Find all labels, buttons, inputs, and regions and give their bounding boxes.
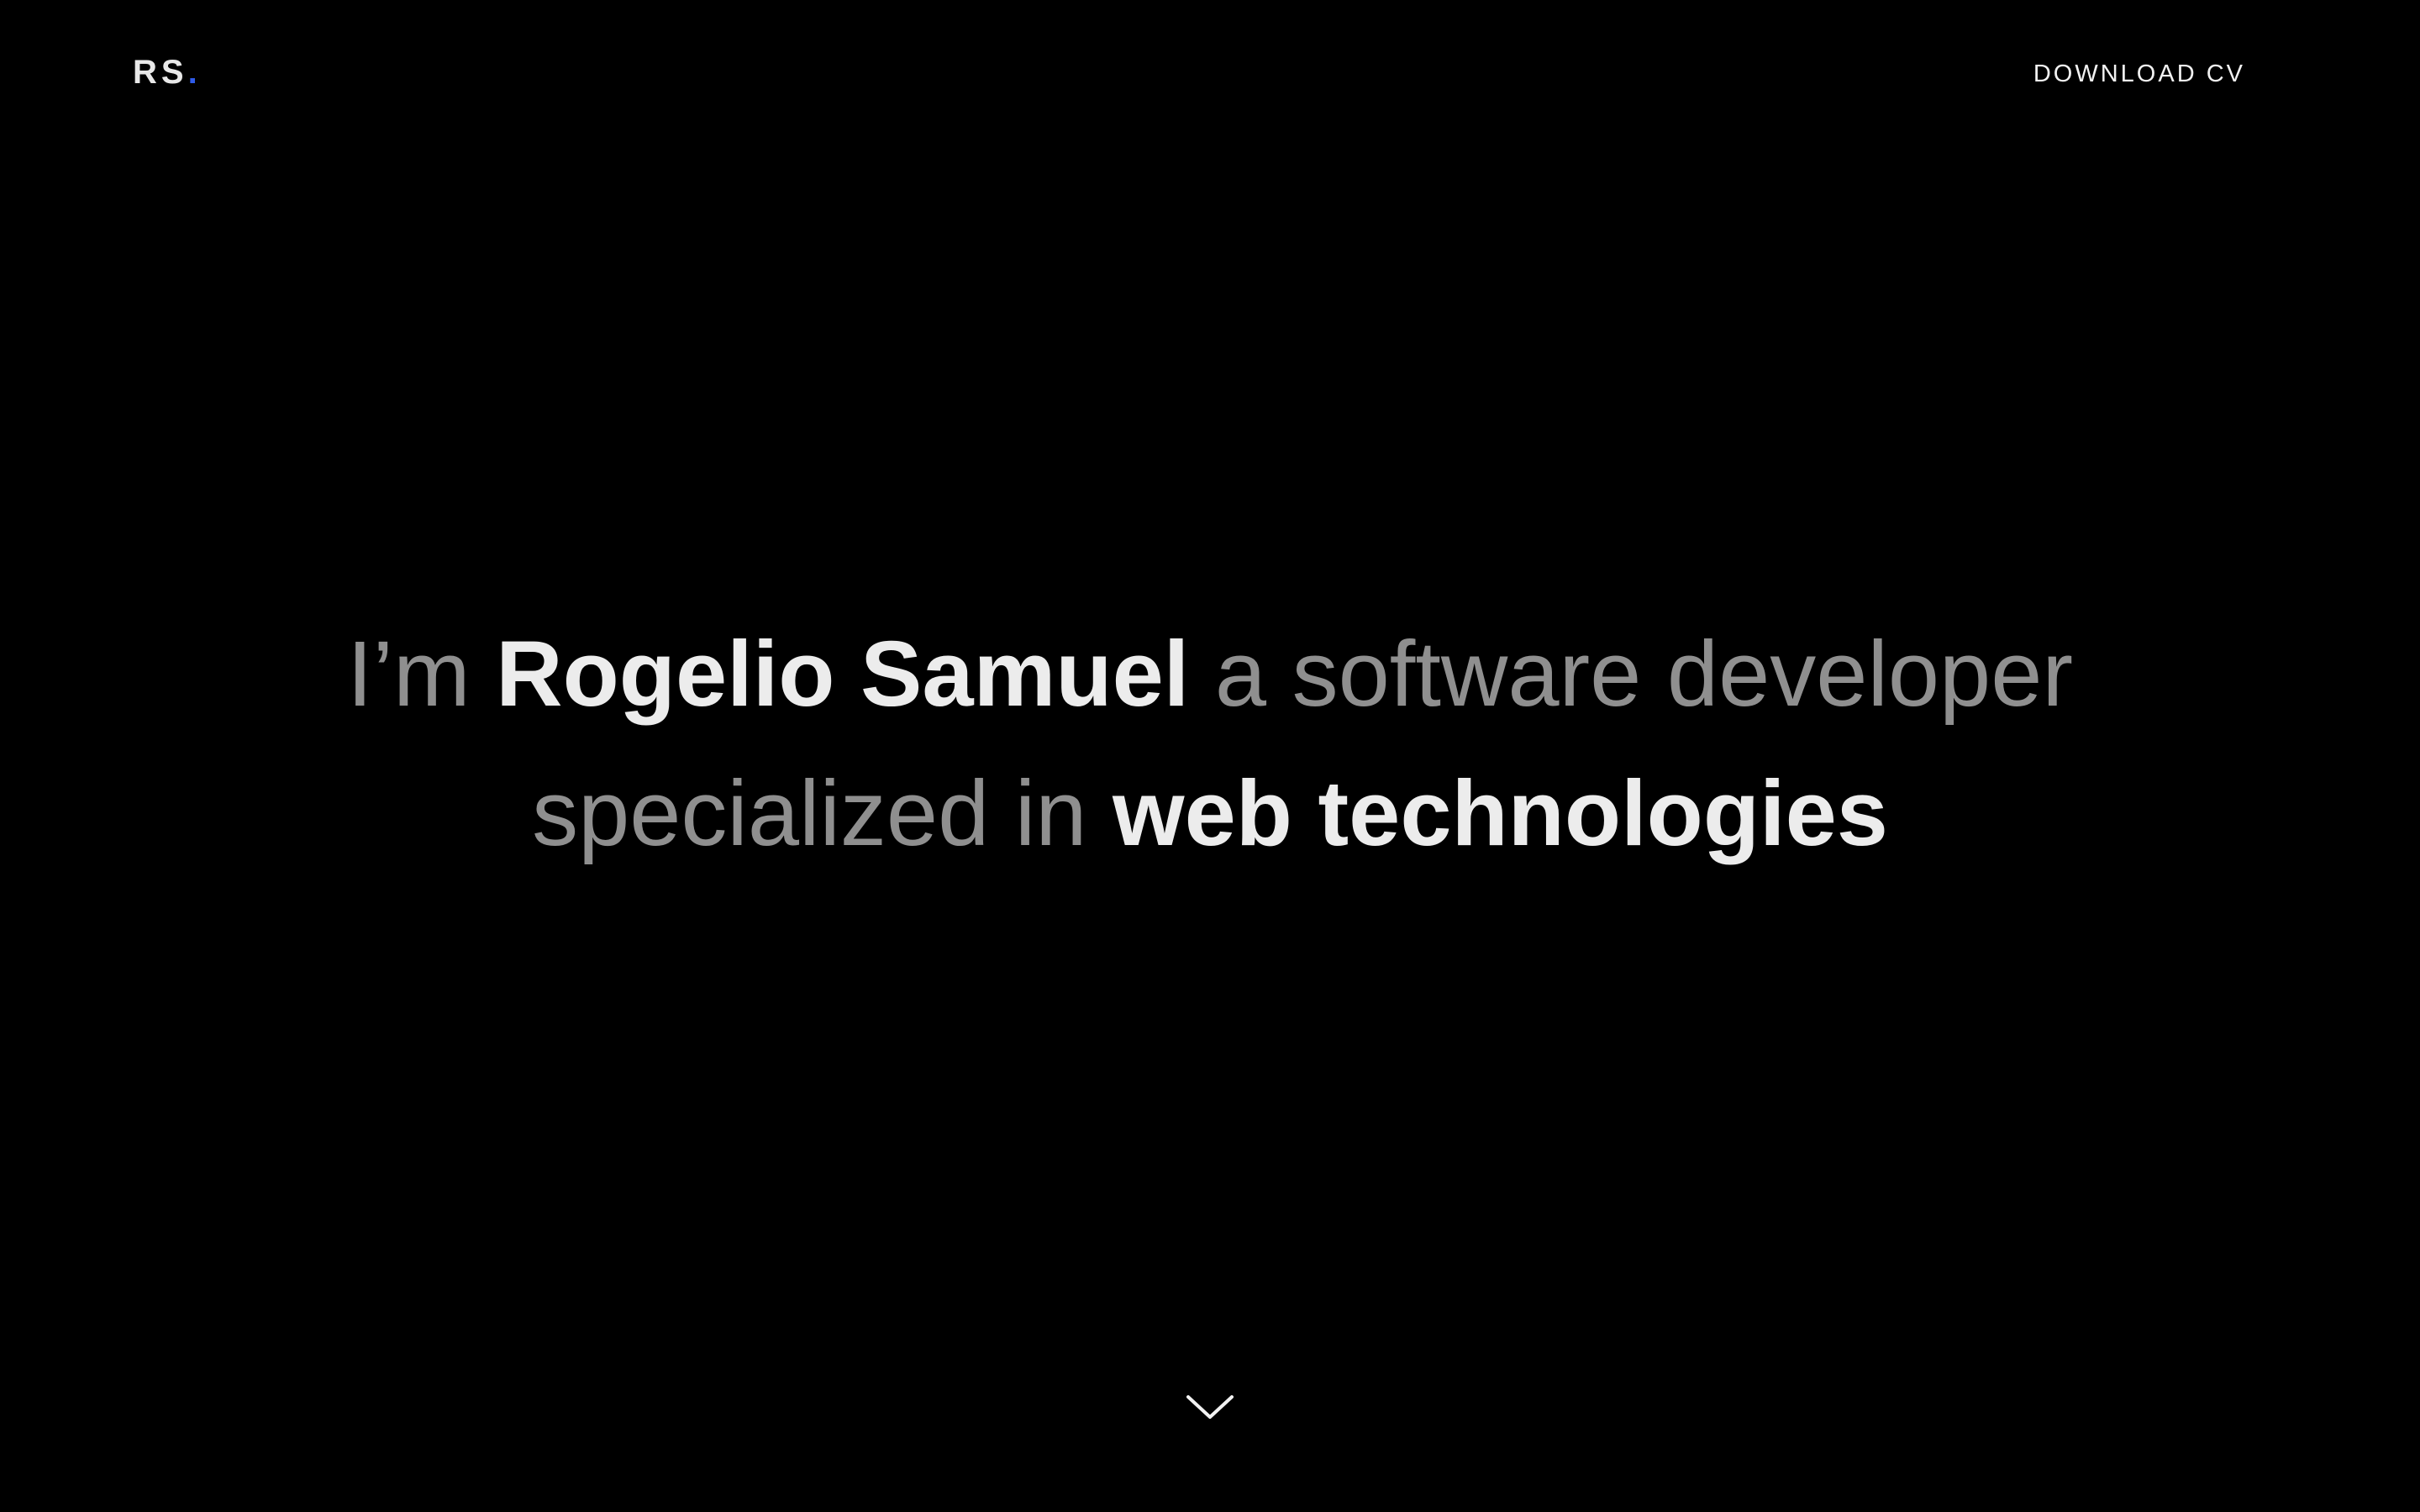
hero-headline: I’m Rogelio Samuel a software developer … (0, 605, 2420, 884)
download-cv-link[interactable]: DOWNLOAD CV (2033, 59, 2245, 89)
logo-text: RS (133, 54, 188, 91)
hero-line-1: I’m Rogelio Samuel a software developer (0, 605, 2420, 744)
hero-intro-text: I’m (346, 622, 471, 726)
logo-home-link[interactable]: RS. (133, 52, 202, 92)
chevron-down-icon[interactable] (1185, 1390, 1235, 1424)
hero-specialty-prefix: specialized in (532, 762, 1087, 865)
hero-specialty: web technologies (1113, 762, 1888, 865)
hero-role-text: a software developer (1214, 622, 2074, 726)
hero-name: Rogelio Samuel (496, 622, 1190, 726)
logo-accent-dot: . (187, 54, 202, 91)
hero-line-2: specialized in web technologies (0, 744, 2420, 884)
